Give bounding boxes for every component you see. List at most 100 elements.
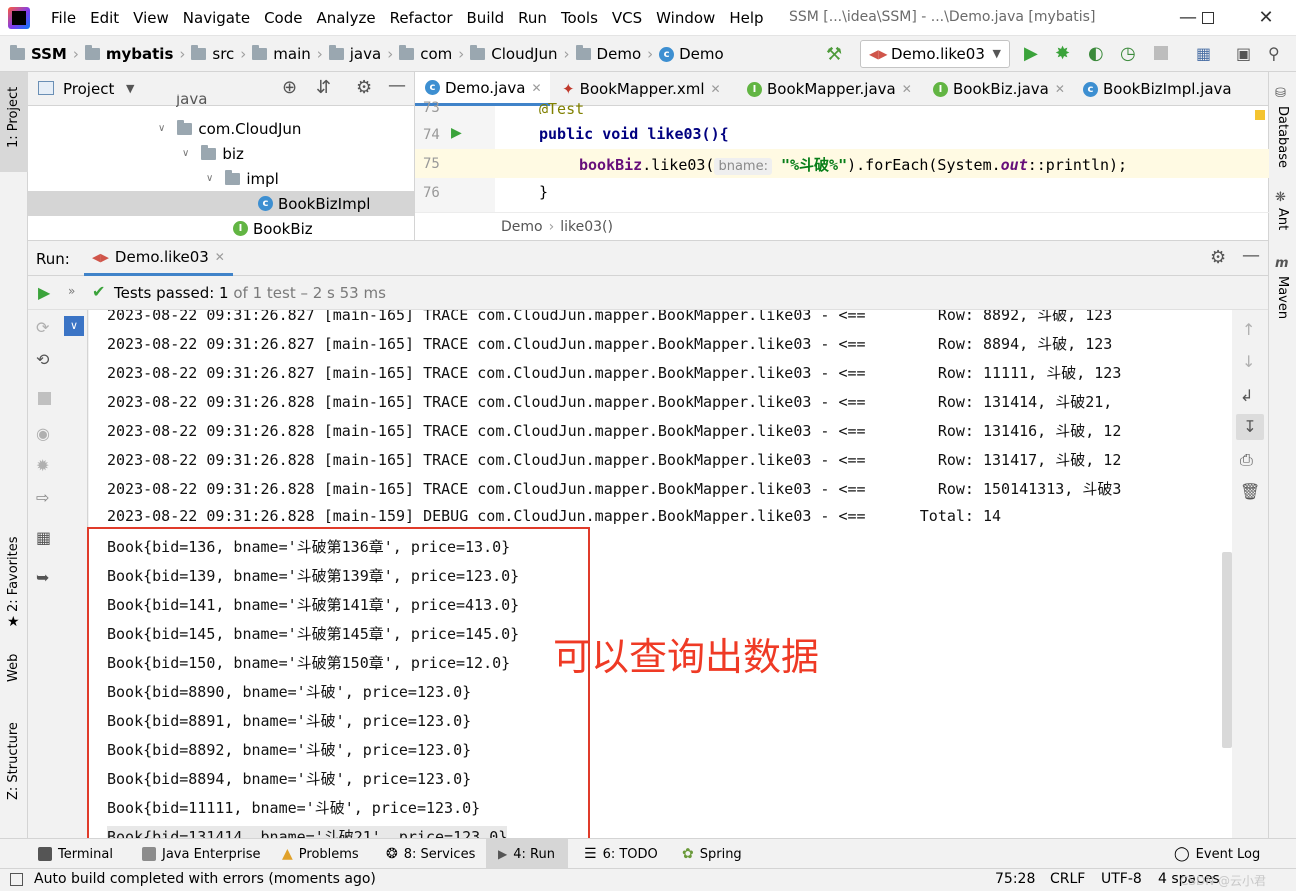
coverage-icon[interactable]: ◐: [1088, 44, 1108, 64]
stop-icon[interactable]: [38, 392, 51, 405]
crumb-cloudjun[interactable]: CloudJun: [491, 45, 557, 63]
tree-item-impl[interactable]: ∨ impl: [206, 166, 279, 191]
run-icon[interactable]: ▶: [1024, 44, 1044, 64]
crumb-src[interactable]: src: [212, 45, 234, 63]
debug-icon[interactable]: ✸: [1055, 44, 1075, 64]
tab-bookmapper-java[interactable]: I BookMapper.java ✕: [737, 72, 921, 106]
crumb-main[interactable]: main: [273, 45, 310, 63]
tree-item-bookbiz[interactable]: I BookBiz: [233, 216, 313, 241]
tree-item-biz[interactable]: ∨ biz: [182, 141, 244, 166]
code-line-75[interactable]: bookBiz.like03(bname: "%斗破%").forEach(Sy…: [579, 154, 1127, 175]
status-message[interactable]: Auto build completed with errors (moment…: [34, 871, 376, 887]
maximize-icon[interactable]: [1188, 4, 1228, 32]
tool-database[interactable]: Database: [1275, 106, 1290, 168]
settings-icon[interactable]: ✹: [36, 456, 49, 475]
menu-edit[interactable]: Edit: [83, 9, 126, 27]
rerun-icon[interactable]: ▶: [38, 283, 50, 302]
tab-bookbiz-java[interactable]: I BookBiz.java ✕: [923, 72, 1073, 106]
menu-navigate[interactable]: Navigate: [176, 9, 257, 27]
search-everywhere-icon[interactable]: ⚲: [1268, 44, 1288, 64]
tool-favorites[interactable]: 2: Favorites: [6, 536, 21, 612]
chevron-down-icon[interactable]: ▼: [126, 82, 134, 95]
gear-icon[interactable]: ⚙: [356, 77, 372, 98]
build-hammer-icon[interactable]: ⚒: [826, 44, 842, 65]
menu-run[interactable]: Run: [511, 9, 554, 27]
bottom-tab-problems[interactable]: ▲ Problems: [282, 839, 359, 869]
project-structure-icon[interactable]: ▦: [1196, 44, 1216, 64]
file-encoding[interactable]: UTF-8: [1101, 871, 1142, 887]
menu-help[interactable]: Help: [722, 9, 770, 27]
bottom-tab-run[interactable]: ▶ 4: Run: [486, 839, 568, 869]
soft-wrap-icon[interactable]: ↲: [1240, 386, 1253, 405]
code-line-74[interactable]: public void like03(){: [539, 125, 729, 143]
stop-icon[interactable]: [1154, 46, 1168, 60]
arrow-up-icon[interactable]: ↑: [1242, 320, 1255, 339]
menu-view[interactable]: View: [126, 9, 176, 27]
tool-web[interactable]: Web: [6, 654, 21, 682]
menu-file[interactable]: File: [44, 9, 83, 27]
toggle-tool-windows-icon[interactable]: [10, 873, 23, 886]
caret-position[interactable]: 75:28: [995, 871, 1035, 887]
project-panel-title[interactable]: Project: [63, 80, 114, 98]
camera-icon[interactable]: ◉: [36, 424, 50, 443]
print-icon[interactable]: ⎙: [1240, 450, 1253, 470]
code-line-73[interactable]: @Test: [539, 100, 584, 114]
tool-maven[interactable]: Maven: [1275, 276, 1290, 319]
toggle-auto-test-icon[interactable]: ⟲: [36, 350, 49, 369]
expand-icon[interactable]: »: [68, 284, 75, 298]
close-window-icon[interactable]: ✕: [1246, 4, 1286, 32]
bottom-tab-java-enterprise[interactable]: Java Enterprise: [142, 839, 260, 869]
import-icon[interactable]: ⇨: [36, 488, 49, 507]
hide-panel-icon[interactable]: —: [1242, 245, 1260, 266]
rerun-failed-icon[interactable]: ⟳: [36, 318, 49, 337]
collapse-all-icon[interactable]: ⇵: [316, 77, 331, 98]
event-log-button[interactable]: ◯ Event Log: [1174, 839, 1260, 869]
line-separator[interactable]: CRLF: [1050, 871, 1085, 887]
scroll-to-end-icon[interactable]: ↧: [1236, 414, 1264, 440]
warning-marker[interactable]: [1255, 110, 1265, 120]
gear-icon[interactable]: ⚙: [1210, 247, 1226, 268]
menu-vcs[interactable]: VCS: [605, 9, 649, 27]
tree-item-bookbizimpl[interactable]: c BookBizImpl: [28, 191, 414, 216]
console-scrollbar[interactable]: [1222, 552, 1232, 748]
tool-project[interactable]: 1: Project: [6, 87, 21, 148]
code-line-76[interactable]: }: [539, 183, 548, 201]
close-icon[interactable]: ✕: [711, 82, 721, 96]
chevron-down-icon[interactable]: ∨: [64, 316, 84, 336]
trash-icon[interactable]: 🗑: [1240, 482, 1260, 501]
crumb-method[interactable]: like03(): [560, 219, 613, 235]
crumb-java[interactable]: java: [350, 45, 381, 63]
menu-build[interactable]: Build: [460, 9, 512, 27]
tree-item-java[interactable]: java: [176, 94, 207, 108]
crumb-mybatis[interactable]: mybatis: [106, 45, 174, 63]
arrow-down-icon[interactable]: ↓: [1242, 352, 1255, 371]
close-icon[interactable]: ✕: [1055, 82, 1065, 96]
menu-tools[interactable]: Tools: [554, 9, 605, 27]
bottom-tab-todo[interactable]: ☰ 6: TODO: [584, 839, 658, 869]
bottom-tab-spring[interactable]: ✿ Spring: [682, 839, 742, 869]
menu-window[interactable]: Window: [649, 9, 722, 27]
menu-code[interactable]: Code: [257, 9, 309, 27]
run-configuration-select[interactable]: ◀▶ Demo.like03 ▼: [860, 40, 1010, 68]
crumb-demo-class[interactable]: Demo: [679, 45, 724, 63]
layout-icon[interactable]: ▦: [36, 528, 51, 547]
close-icon[interactable]: ✕: [215, 250, 225, 264]
menu-refactor[interactable]: Refactor: [383, 9, 460, 27]
bottom-tab-terminal[interactable]: Terminal: [38, 839, 113, 869]
crumb-com[interactable]: com: [420, 45, 452, 63]
bottom-tab-services[interactable]: ❂ 8: Services: [386, 839, 475, 869]
profile-icon[interactable]: ◷: [1120, 44, 1140, 64]
tab-bookbizimpl-java[interactable]: c BookBizImpl.java: [1073, 72, 1247, 106]
pin-icon[interactable]: ➥: [36, 568, 49, 587]
close-icon[interactable]: ✕: [532, 81, 542, 95]
tool-ant[interactable]: Ant: [1275, 208, 1290, 230]
tree-item-com-cloudjun[interactable]: ∨ com.CloudJun: [158, 116, 301, 141]
layout-icon[interactable]: ▣: [1236, 44, 1256, 64]
crumb-class[interactable]: Demo: [501, 219, 543, 235]
crumb-ssm[interactable]: SSM: [31, 45, 67, 63]
run-tab[interactable]: ◀▶ Demo.like03 ✕: [84, 241, 233, 276]
crumb-demo-package[interactable]: Demo: [597, 45, 642, 63]
locate-icon[interactable]: ⊕: [282, 77, 297, 98]
menu-analyze[interactable]: Analyze: [309, 9, 382, 27]
run-test-gutter-icon[interactable]: ▶: [451, 125, 462, 141]
